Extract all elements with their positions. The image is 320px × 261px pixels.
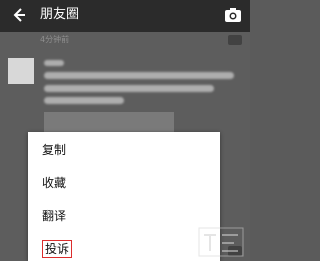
post-time: 4分钟前 (40, 35, 70, 44)
back-arrow-icon[interactable] (8, 5, 28, 25)
avatar[interactable] (8, 58, 34, 84)
page-title: 朋友圈 (40, 7, 80, 22)
menu-item-favorite[interactable]: 收藏 (42, 175, 66, 191)
blurred-text-line (44, 85, 214, 92)
menu-item-report[interactable]: 投诉 (42, 240, 73, 258)
blurred-text-line (44, 97, 124, 104)
camera-icon[interactable] (224, 7, 242, 23)
menu-item-translate[interactable]: 翻译 (42, 208, 66, 224)
context-menu: 复制 收藏 翻译 投诉 (28, 132, 220, 261)
app-header: 朋友圈 (0, 0, 250, 32)
menu-item-copy[interactable]: 复制 (42, 142, 66, 158)
blurred-username (44, 60, 64, 66)
blurred-text-line (44, 72, 234, 79)
comment-action-icon[interactable] (228, 35, 242, 45)
watermark-logo (198, 227, 244, 257)
post-image[interactable] (44, 112, 174, 132)
